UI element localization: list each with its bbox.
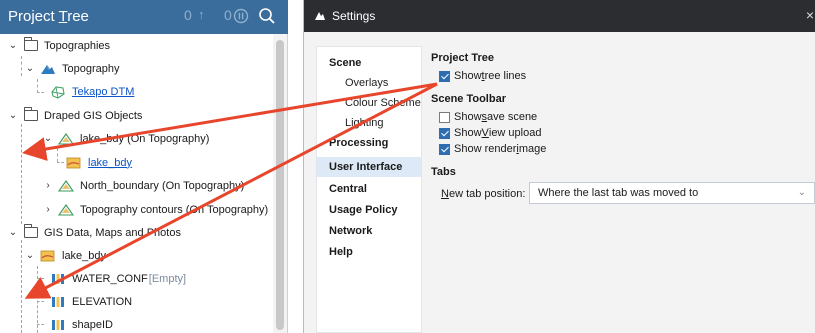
new-tab-position-value: Where the last tab was moved to (538, 187, 699, 199)
nav-scene[interactable]: Scene (317, 53, 421, 73)
new-tab-position-select[interactable]: Where the last tab was moved to ⌄ (529, 182, 815, 204)
nav-user-interface[interactable]: User Interface (317, 157, 421, 177)
topography-icon (40, 62, 56, 76)
chevron-down-icon[interactable]: ⌄ (6, 109, 20, 123)
project-tree-panel: Project Tree 0 ↑ 0 ⌄ Topographies ⌄ Topo… (0, 0, 288, 333)
gis-layer-icon (66, 156, 82, 170)
nav-help[interactable]: Help (317, 242, 421, 262)
header-count-2: 0 (224, 7, 232, 23)
checkbox-checked-icon[interactable] (439, 70, 450, 82)
show-tree-lines-checkbox[interactable]: Show t ree lines (439, 70, 526, 82)
header-count-1: 0 (184, 7, 192, 23)
mesh-icon (50, 85, 66, 99)
nav-network[interactable]: Network (317, 221, 421, 241)
nav-lighting[interactable]: Lighting (317, 113, 421, 133)
chevron-down-icon[interactable]: ⌄ (41, 132, 55, 146)
settings-content: Project Tree Show t ree lines Scene Toolb… (429, 46, 815, 333)
tree-row-topography[interactable]: ⌄ Topography (23, 57, 120, 80)
settings-title: Settings (332, 9, 376, 23)
tree-row-north-boundary[interactable]: › North_boundary (On Topography) (41, 174, 244, 197)
tree-scrollbar-thumb[interactable] (276, 40, 284, 330)
section-scene-toolbar: Scene Toolbar (431, 93, 506, 105)
arrow-up-icon[interactable]: ↑ (198, 7, 205, 22)
tree-line (37, 278, 44, 279)
checkbox-checked-icon[interactable] (439, 143, 450, 155)
tree-line (37, 301, 44, 302)
tree-line (21, 124, 22, 224)
tree-line (37, 324, 44, 325)
tree-row-elevation[interactable]: ELEVATION (47, 290, 132, 313)
draped-object-icon (58, 132, 74, 146)
nav-colour-scheme[interactable]: Colour Scheme (317, 93, 421, 113)
chevron-down-icon[interactable]: ⌄ (23, 62, 37, 76)
chevron-right-icon[interactable]: › (41, 203, 55, 217)
nav-usage-policy[interactable]: Usage Policy (317, 200, 421, 220)
settings-titlebar: Settings × (304, 0, 815, 32)
chevron-down-icon[interactable]: ⌄ (6, 39, 20, 53)
tree-line (37, 266, 38, 333)
attribute-column-icon (50, 318, 66, 332)
section-tabs: Tabs (431, 166, 456, 178)
folder-icon (24, 37, 38, 51)
tree-row-lake-bdy-draped[interactable]: lake_bdy (63, 151, 132, 174)
tree-row-shapeid[interactable]: shapeID (47, 313, 113, 333)
tree-line (21, 56, 22, 76)
settings-window: Settings × Scene Overlays Colour Scheme … (303, 0, 815, 333)
chevron-down-icon[interactable]: ⌄ (23, 249, 37, 263)
project-tree-header: Project Tree 0 ↑ 0 (0, 0, 288, 34)
close-icon[interactable]: × (806, 7, 814, 23)
project-tree-title: Project Tree (8, 8, 89, 25)
tree-row-lake-bdy[interactable]: ⌄ lake_bdy (23, 244, 106, 267)
folder-icon (24, 224, 38, 238)
checkbox-unchecked-icon[interactable] (439, 111, 450, 123)
draped-object-icon (58, 179, 74, 193)
pause-circle-icon[interactable] (233, 8, 249, 27)
tree-line (21, 240, 22, 333)
folder-icon (24, 107, 38, 121)
tree-row-topographies[interactable]: ⌄ Topographies (6, 34, 110, 57)
tree-row-tekapo-dtm[interactable]: Tekapo DTM (47, 80, 134, 103)
nav-processing[interactable]: Processing (317, 133, 421, 153)
show-render-image-checkbox[interactable]: Show render i mage (439, 143, 546, 155)
tree-row-water-conf[interactable]: WATER_CONF [Empty] (47, 267, 186, 290)
tree-row-gis-data-maps-photos[interactable]: ⌄ GIS Data, Maps and Photos (6, 221, 181, 244)
tree-row-draped-gis-objects[interactable]: ⌄ Draped GIS Objects (6, 104, 142, 127)
search-icon[interactable] (258, 7, 276, 28)
section-project-tree: Project Tree (431, 52, 494, 64)
nav-overlays[interactable]: Overlays (317, 73, 421, 93)
chevron-down-icon: ⌄ (797, 187, 806, 198)
chevron-right-icon[interactable]: › (41, 179, 55, 193)
attribute-column-icon (50, 295, 66, 309)
tree-line (37, 92, 44, 93)
attribute-column-icon (50, 272, 66, 286)
tree-row-topography-contours[interactable]: › Topography contours (On Topography) (41, 198, 268, 221)
show-save-scene-checkbox[interactable]: Show s ave scene (439, 111, 537, 123)
new-tab-position-label: New tab position: (441, 188, 526, 200)
draped-object-icon (58, 203, 74, 217)
settings-nav: Scene Overlays Colour Scheme Lighting Pr… (316, 46, 422, 333)
tree-line (57, 148, 58, 162)
gis-layer-icon (40, 249, 56, 263)
tree-scrollbar[interactable] (273, 34, 287, 333)
chevron-down-icon[interactable]: ⌄ (6, 226, 20, 240)
show-view-upload-checkbox[interactable]: Show View upload (439, 127, 541, 139)
tree-line (37, 79, 38, 93)
checkbox-checked-icon[interactable] (439, 127, 450, 139)
nav-central[interactable]: Central (317, 179, 421, 199)
tree-row-lake-bdy-on-topography[interactable]: ⌄ lake_bdy (On Topography) (41, 127, 210, 150)
app-icon (313, 9, 327, 26)
